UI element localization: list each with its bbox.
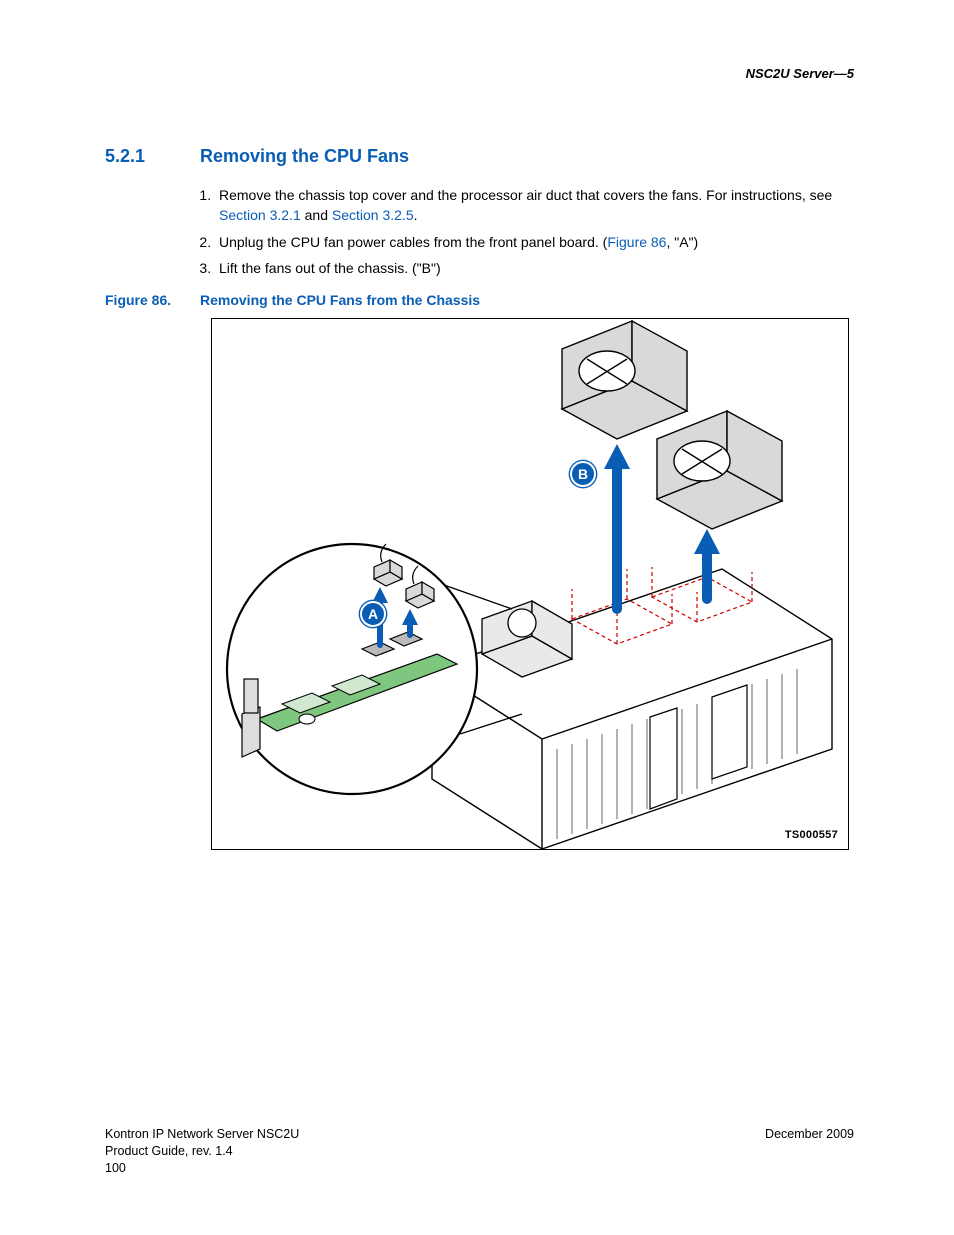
step-list: Remove the chassis top cover and the pro… <box>215 185 850 278</box>
chassis-illustration <box>212 319 848 849</box>
footer-guide-rev: Product Guide, rev. 1.4 <box>105 1143 854 1160</box>
figure-caption: Figure 86. Removing the CPU Fans from th… <box>105 292 850 308</box>
footer-product: Kontron IP Network Server NSC2U <box>105 1126 854 1143</box>
step-2: Unplug the CPU fan power cables from the… <box>215 232 850 252</box>
section-heading: 5.2.1 Removing the CPU Fans <box>105 146 850 167</box>
figure-ts-code: TS000557 <box>785 829 838 841</box>
link-figure-86[interactable]: Figure 86 <box>607 234 666 250</box>
footer-date: December 2009 <box>765 1126 854 1143</box>
figure-number: Figure 86. <box>105 292 200 308</box>
page-footer: Kontron IP Network Server NSC2U Product … <box>105 1126 854 1177</box>
link-section-3-2-5[interactable]: Section 3.2.5 <box>332 207 414 223</box>
step-2-post: , "A") <box>666 234 698 250</box>
step-1-pre: Remove the chassis top cover and the pro… <box>219 187 832 203</box>
content: 5.2.1 Removing the CPU Fans Remove the c… <box>105 146 850 850</box>
callout-b: B <box>570 461 596 487</box>
figure-86-image: A B TS000557 <box>211 318 849 850</box>
step-2-pre: Unplug the CPU fan power cables from the… <box>219 234 607 250</box>
running-head: NSC2U Server—5 <box>746 66 854 81</box>
figure-title: Removing the CPU Fans from the Chassis <box>200 292 480 308</box>
link-section-3-2-1[interactable]: Section 3.2.1 <box>219 207 301 223</box>
page: NSC2U Server—5 5.2.1 Removing the CPU Fa… <box>0 0 954 1235</box>
step-1-mid: and <box>301 207 332 223</box>
step-3: Lift the fans out of the chassis. ("B") <box>215 258 850 278</box>
section-title: Removing the CPU Fans <box>200 146 409 167</box>
footer-page-number: 100 <box>105 1160 854 1177</box>
section-number: 5.2.1 <box>105 146 200 167</box>
step-3-pre: Lift the fans out of the chassis. ("B") <box>219 260 441 276</box>
step-1-post: . <box>414 207 418 223</box>
step-1: Remove the chassis top cover and the pro… <box>215 185 850 226</box>
callout-a: A <box>360 601 386 627</box>
